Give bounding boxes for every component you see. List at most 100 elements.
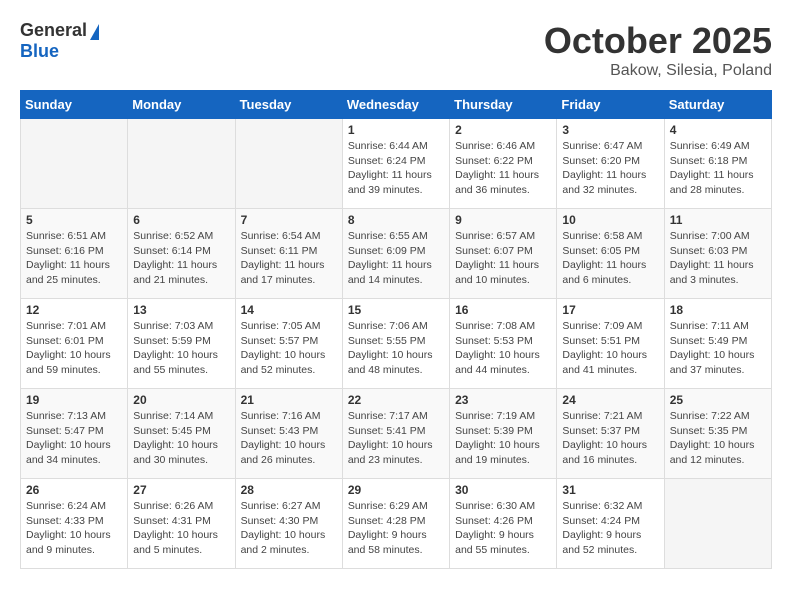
calendar-cell: 24 Sunrise: 7:21 AM Sunset: 5:37 PM Dayli… bbox=[557, 389, 664, 479]
day-detail: Sunrise: 7:03 AM Sunset: 5:59 PM Dayligh… bbox=[133, 319, 229, 378]
calendar-cell: 18 Sunrise: 7:11 AM Sunset: 5:49 PM Dayli… bbox=[664, 299, 771, 389]
calendar-row-1: 5Sunrise: 6:51 AM Sunset: 6:16 PM Daylig… bbox=[21, 209, 772, 299]
logo-blue-text: Blue bbox=[20, 41, 59, 62]
calendar-cell: 28 Sunrise: 6:27 AM Sunset: 4:30 PM Dayli… bbox=[235, 479, 342, 569]
day-detail: Sunrise: 6:55 AM Sunset: 6:09 PM Dayligh… bbox=[348, 229, 444, 288]
title-block: October 2025 Bakow, Silesia, Poland bbox=[544, 20, 772, 80]
day-number: 31 bbox=[562, 483, 658, 497]
calendar-header-thursday: Thursday bbox=[450, 91, 557, 119]
day-detail: Sunrise: 6:30 AM Sunset: 4:26 PM Dayligh… bbox=[455, 499, 551, 558]
calendar-cell: 17 Sunrise: 7:09 AM Sunset: 5:51 PM Dayli… bbox=[557, 299, 664, 389]
day-number: 19 bbox=[26, 393, 122, 407]
day-number: 15 bbox=[348, 303, 444, 317]
day-number: 26 bbox=[26, 483, 122, 497]
calendar-cell: 22 Sunrise: 7:17 AM Sunset: 5:41 PM Dayli… bbox=[342, 389, 449, 479]
day-detail: Sunrise: 6:57 AM Sunset: 6:07 PM Dayligh… bbox=[455, 229, 551, 288]
day-number: 16 bbox=[455, 303, 551, 317]
day-number: 21 bbox=[241, 393, 337, 407]
calendar-cell: 31 Sunrise: 6:32 AM Sunset: 4:24 PM Dayli… bbox=[557, 479, 664, 569]
calendar-cell: 14Sunrise: 7:05 AM Sunset: 5:57 PM Dayli… bbox=[235, 299, 342, 389]
day-detail: Sunrise: 7:14 AM Sunset: 5:45 PM Dayligh… bbox=[133, 409, 229, 468]
day-number: 10 bbox=[562, 213, 658, 227]
calendar-cell: 20 Sunrise: 7:14 AM Sunset: 5:45 PM Dayli… bbox=[128, 389, 235, 479]
day-detail: Sunrise: 6:27 AM Sunset: 4:30 PM Dayligh… bbox=[241, 499, 337, 558]
day-detail: Sunrise: 7:21 AM Sunset: 5:37 PM Dayligh… bbox=[562, 409, 658, 468]
calendar-header-row: SundayMondayTuesdayWednesdayThursdayFrid… bbox=[21, 91, 772, 119]
calendar-cell: 19 Sunrise: 7:13 AM Sunset: 5:47 PM Dayli… bbox=[21, 389, 128, 479]
calendar-cell: 26 Sunrise: 6:24 AM Sunset: 4:33 PM Dayli… bbox=[21, 479, 128, 569]
day-detail: Sunrise: 7:06 AM Sunset: 5:55 PM Dayligh… bbox=[348, 319, 444, 378]
day-number: 25 bbox=[670, 393, 766, 407]
calendar-cell: 29 Sunrise: 6:29 AM Sunset: 4:28 PM Dayli… bbox=[342, 479, 449, 569]
day-detail: Sunrise: 7:17 AM Sunset: 5:41 PM Dayligh… bbox=[348, 409, 444, 468]
day-number: 27 bbox=[133, 483, 229, 497]
day-number: 30 bbox=[455, 483, 551, 497]
calendar-header-tuesday: Tuesday bbox=[235, 91, 342, 119]
day-number: 12 bbox=[26, 303, 122, 317]
day-detail: Sunrise: 7:22 AM Sunset: 5:35 PM Dayligh… bbox=[670, 409, 766, 468]
calendar-header-saturday: Saturday bbox=[664, 91, 771, 119]
day-number: 17 bbox=[562, 303, 658, 317]
day-detail: Sunrise: 6:47 AM Sunset: 6:20 PM Dayligh… bbox=[562, 139, 658, 198]
calendar-cell: 23Sunrise: 7:19 AM Sunset: 5:39 PM Dayli… bbox=[450, 389, 557, 479]
day-number: 24 bbox=[562, 393, 658, 407]
calendar-row-4: 26 Sunrise: 6:24 AM Sunset: 4:33 PM Dayli… bbox=[21, 479, 772, 569]
calendar-cell: 8 Sunrise: 6:55 AM Sunset: 6:09 PM Daylig… bbox=[342, 209, 449, 299]
day-number: 14 bbox=[241, 303, 337, 317]
day-number: 23 bbox=[455, 393, 551, 407]
calendar-cell bbox=[21, 119, 128, 209]
calendar-table: SundayMondayTuesdayWednesdayThursdayFrid… bbox=[20, 90, 772, 569]
day-number: 8 bbox=[348, 213, 444, 227]
calendar-cell: 10 Sunrise: 6:58 AM Sunset: 6:05 PM Dayli… bbox=[557, 209, 664, 299]
calendar-cell: 7Sunrise: 6:54 AM Sunset: 6:11 PM Daylig… bbox=[235, 209, 342, 299]
calendar-cell: 9 Sunrise: 6:57 AM Sunset: 6:07 PM Daylig… bbox=[450, 209, 557, 299]
day-number: 29 bbox=[348, 483, 444, 497]
day-detail: Sunrise: 6:49 AM Sunset: 6:18 PM Dayligh… bbox=[670, 139, 766, 198]
day-detail: Sunrise: 6:58 AM Sunset: 6:05 PM Dayligh… bbox=[562, 229, 658, 288]
calendar-cell: 21 Sunrise: 7:16 AM Sunset: 5:43 PM Dayli… bbox=[235, 389, 342, 479]
day-number: 11 bbox=[670, 213, 766, 227]
logo: General Blue bbox=[20, 20, 99, 62]
calendar-header-sunday: Sunday bbox=[21, 91, 128, 119]
calendar-header-friday: Friday bbox=[557, 91, 664, 119]
page-subtitle: Bakow, Silesia, Poland bbox=[544, 62, 772, 80]
day-detail: Sunrise: 6:32 AM Sunset: 4:24 PM Dayligh… bbox=[562, 499, 658, 558]
day-detail: Sunrise: 6:44 AM Sunset: 6:24 PM Dayligh… bbox=[348, 139, 444, 198]
day-detail: Sunrise: 6:46 AM Sunset: 6:22 PM Dayligh… bbox=[455, 139, 551, 198]
day-number: 2 bbox=[455, 123, 551, 137]
day-number: 18 bbox=[670, 303, 766, 317]
calendar-cell: 5Sunrise: 6:51 AM Sunset: 6:16 PM Daylig… bbox=[21, 209, 128, 299]
calendar-header-wednesday: Wednesday bbox=[342, 91, 449, 119]
calendar-cell: 1Sunrise: 6:44 AM Sunset: 6:24 PM Daylig… bbox=[342, 119, 449, 209]
calendar-cell: 30 Sunrise: 6:30 AM Sunset: 4:26 PM Dayli… bbox=[450, 479, 557, 569]
day-detail: Sunrise: 6:24 AM Sunset: 4:33 PM Dayligh… bbox=[26, 499, 122, 558]
day-detail: Sunrise: 7:00 AM Sunset: 6:03 PM Dayligh… bbox=[670, 229, 766, 288]
calendar-cell bbox=[664, 479, 771, 569]
day-detail: Sunrise: 6:52 AM Sunset: 6:14 PM Dayligh… bbox=[133, 229, 229, 288]
day-number: 22 bbox=[348, 393, 444, 407]
logo-general-text: General bbox=[20, 20, 87, 41]
calendar-cell: 6Sunrise: 6:52 AM Sunset: 6:14 PM Daylig… bbox=[128, 209, 235, 299]
logo-triangle-icon bbox=[90, 24, 99, 40]
calendar-cell: 25 Sunrise: 7:22 AM Sunset: 5:35 PM Dayli… bbox=[664, 389, 771, 479]
day-detail: Sunrise: 6:29 AM Sunset: 4:28 PM Dayligh… bbox=[348, 499, 444, 558]
calendar-header-monday: Monday bbox=[128, 91, 235, 119]
day-number: 9 bbox=[455, 213, 551, 227]
day-detail: Sunrise: 7:11 AM Sunset: 5:49 PM Dayligh… bbox=[670, 319, 766, 378]
calendar-cell bbox=[235, 119, 342, 209]
day-detail: Sunrise: 7:13 AM Sunset: 5:47 PM Dayligh… bbox=[26, 409, 122, 468]
calendar-cell: 16Sunrise: 7:08 AM Sunset: 5:53 PM Dayli… bbox=[450, 299, 557, 389]
calendar-cell: 3Sunrise: 6:47 AM Sunset: 6:20 PM Daylig… bbox=[557, 119, 664, 209]
calendar-cell bbox=[128, 119, 235, 209]
day-detail: Sunrise: 6:51 AM Sunset: 6:16 PM Dayligh… bbox=[26, 229, 122, 288]
day-number: 28 bbox=[241, 483, 337, 497]
day-detail: Sunrise: 6:26 AM Sunset: 4:31 PM Dayligh… bbox=[133, 499, 229, 558]
day-number: 4 bbox=[670, 123, 766, 137]
calendar-cell: 4 Sunrise: 6:49 AM Sunset: 6:18 PM Daylig… bbox=[664, 119, 771, 209]
calendar-cell: 11 Sunrise: 7:00 AM Sunset: 6:03 PM Dayli… bbox=[664, 209, 771, 299]
day-number: 13 bbox=[133, 303, 229, 317]
calendar-row-0: 1Sunrise: 6:44 AM Sunset: 6:24 PM Daylig… bbox=[21, 119, 772, 209]
day-number: 20 bbox=[133, 393, 229, 407]
day-detail: Sunrise: 7:09 AM Sunset: 5:51 PM Dayligh… bbox=[562, 319, 658, 378]
day-detail: Sunrise: 7:16 AM Sunset: 5:43 PM Dayligh… bbox=[241, 409, 337, 468]
